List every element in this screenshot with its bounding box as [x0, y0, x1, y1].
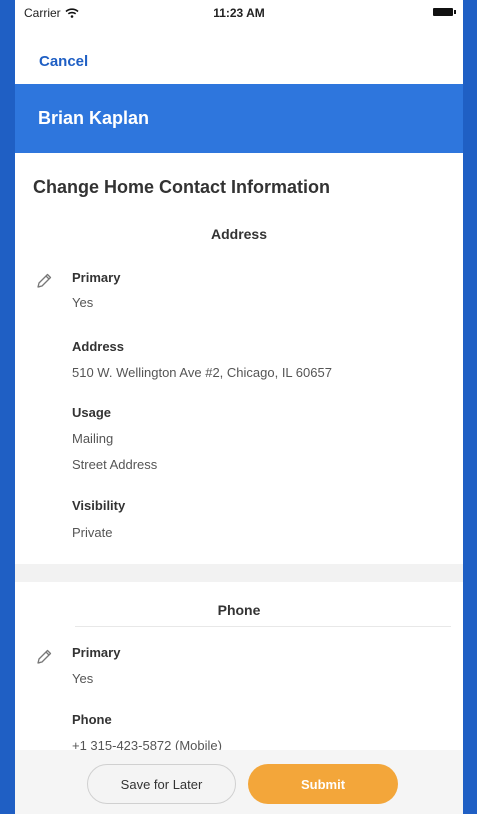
device-frame: Carrier 11:23 AM Cancel Brian Kaplan Cha… — [0, 0, 477, 814]
usage-value-street: Street Address — [72, 457, 158, 472]
worker-name: Brian Kaplan — [38, 108, 150, 128]
status-time: 11:23 AM — [213, 6, 265, 20]
header-band: Brian Kaplan — [15, 84, 463, 153]
cancel-button[interactable]: Cancel — [39, 53, 88, 70]
edit-phone-pencil-icon[interactable] — [35, 648, 53, 666]
usage-value-mailing: Mailing — [72, 431, 114, 446]
submit-button[interactable]: Submit — [248, 764, 398, 804]
phone-label: Phone — [72, 712, 112, 727]
status-bar: Carrier 11:23 AM — [15, 0, 463, 26]
section-divider — [15, 564, 463, 582]
phone-section-heading: Phone — [217, 602, 261, 618]
phone-heading-rule — [75, 626, 451, 627]
page-title: Change Home Contact Information — [33, 177, 331, 197]
address-section-heading: Address — [210, 226, 268, 242]
visibility-value: Private — [72, 525, 113, 540]
usage-label: Usage — [72, 405, 112, 420]
battery-icon — [433, 8, 456, 16]
address-label: Address — [72, 339, 125, 354]
address-primary-label: Primary — [72, 270, 121, 285]
address-primary-value: Yes — [72, 295, 94, 310]
visibility-label: Visibility — [72, 498, 126, 513]
address-value: 510 W. Wellington Ave #2, Chicago, IL 60… — [72, 365, 332, 380]
screen: Carrier 11:23 AM Cancel Brian Kaplan Cha… — [15, 0, 463, 814]
save-for-later-button[interactable]: Save for Later — [87, 764, 236, 804]
edit-address-pencil-icon[interactable] — [35, 272, 53, 290]
phone-primary-label: Primary — [72, 645, 121, 660]
phone-primary-value: Yes — [72, 671, 94, 686]
action-footer: Save for Later Submit — [15, 750, 463, 814]
